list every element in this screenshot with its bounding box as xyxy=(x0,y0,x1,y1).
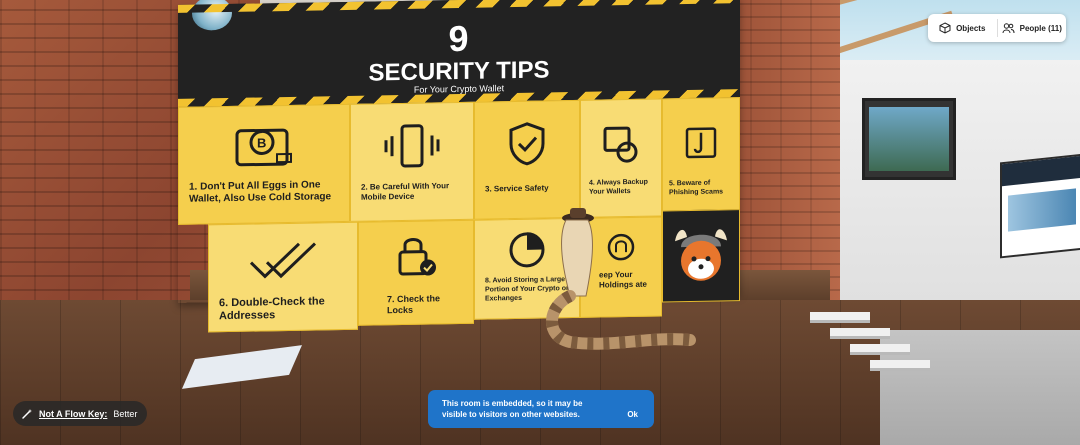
people-icon xyxy=(1002,23,1015,34)
3d-room-viewport[interactable]: 9 SECURITY TIPS For Your Crypto Wallet B… xyxy=(0,0,1080,445)
tip-label-7: 7. Check the Locks xyxy=(387,293,441,316)
tip-cell-3: 3. Service Safety xyxy=(474,99,580,220)
ok-button[interactable]: Ok xyxy=(627,409,638,420)
tip-cell-1: B 1. Don't Put All Eggs in One Wallet, A… xyxy=(178,103,350,225)
tip-label-1: 1. Don't Put All Eggs in One Wallet, Als… xyxy=(189,179,332,205)
people-label: People (11) xyxy=(1019,23,1062,33)
phishing-hook-icon xyxy=(685,127,717,159)
hazard-stripe xyxy=(178,0,740,13)
poster-header: 9 SECURITY TIPS For Your Crypto Wallet xyxy=(178,0,740,107)
svg-text:B: B xyxy=(257,135,266,150)
phone-icon xyxy=(384,124,440,168)
tip-cell-2: 2. Be Careful With Your Mobile Device xyxy=(350,101,474,222)
flow-key-value: Better xyxy=(113,408,138,419)
tip-label-3: 3. Service Safety xyxy=(485,183,549,194)
double-check-icon xyxy=(249,242,317,279)
top-toolbar: Objects People (11) xyxy=(928,14,1066,42)
shield-check-icon xyxy=(509,122,545,166)
embed-notice-toast: This room is embedded, so it may be visi… xyxy=(428,390,654,428)
tip-label-5: 5. Beware of Phishing Scams xyxy=(669,179,724,197)
padlock-icon xyxy=(398,238,436,276)
tip-label-4: 4. Always Backup Your Wallets xyxy=(589,178,648,196)
flow-key-label[interactable]: Not A Flow Key: xyxy=(39,409,107,419)
tip-cell-4: 4. Always Backup Your Wallets xyxy=(580,98,662,218)
objects-button[interactable]: Objects xyxy=(928,14,997,42)
embed-notice-message: This room is embedded, so it may be visi… xyxy=(442,399,583,419)
people-button[interactable]: People (11) xyxy=(998,14,1067,42)
stage-stairs xyxy=(800,300,940,390)
flow-key-chip[interactable]: Not A Flow Key: Better xyxy=(13,401,148,426)
bitcoin-wallet-icon: B xyxy=(235,128,292,167)
tip-label-6: 6. Double-Check the Addresses xyxy=(219,295,325,323)
framed-screen[interactable] xyxy=(862,98,956,180)
objects-label: Objects xyxy=(956,23,986,33)
tip-cell-7: 7. Check the Locks xyxy=(358,219,474,326)
framed-webpage[interactable] xyxy=(1000,153,1080,259)
tip-label-2: 2. Be Careful With Your Mobile Device xyxy=(361,181,450,202)
cobra-avatar[interactable] xyxy=(540,206,700,366)
tip-cell-6: 6. Double-Check the Addresses xyxy=(208,221,358,333)
tip-cell-5: 5. Beware of Phishing Scams xyxy=(662,97,740,217)
cube-icon xyxy=(939,22,951,34)
wand-icon xyxy=(22,408,32,419)
backup-icon xyxy=(603,126,638,163)
